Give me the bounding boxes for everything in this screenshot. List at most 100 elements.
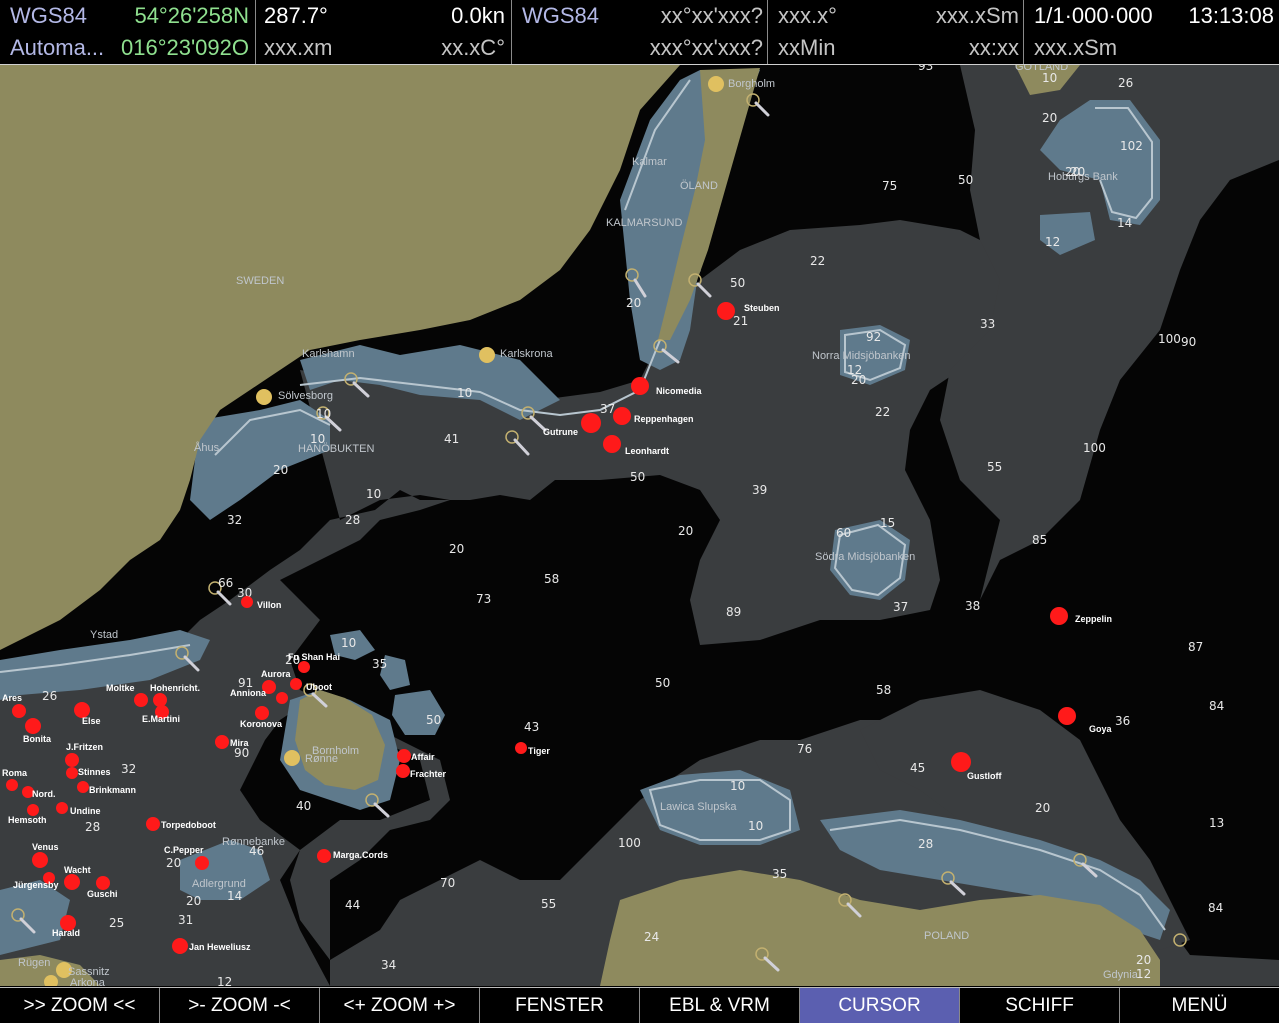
wreck-dot[interactable] — [195, 856, 209, 870]
wreck-label: J.Fritzen — [66, 742, 103, 752]
depth-sounding: 43 — [524, 720, 539, 734]
depth-sounding: 33 — [980, 317, 995, 331]
wreck-dot[interactable] — [951, 752, 971, 772]
wreck-dot[interactable] — [276, 692, 288, 704]
wreck-label: Aurora — [261, 669, 291, 679]
cursor-bearing-panel[interactable]: xxx.x° xxx.xSm xxMin xx:xx — [768, 0, 1024, 64]
depth-sounding: 100 — [618, 836, 641, 850]
position-panel[interactable]: WGS84 54°26'258N Automa... 016°23'092O — [0, 0, 256, 64]
depth-sounding: 28 — [918, 837, 933, 851]
wreck-dot[interactable] — [1050, 607, 1068, 625]
depth-sounding: 44 — [345, 898, 360, 912]
wreck-dot[interactable] — [12, 704, 26, 718]
wreck-dot[interactable] — [25, 718, 41, 734]
course-panel[interactable]: 287.7° 0.0kn xxx.xm xx.xC° — [256, 0, 512, 64]
wreck-marker[interactable]: Mira — [215, 735, 250, 749]
nautical-chart[interactable]: SWEDEN ÖLAND KALMARSUND Kalmar Borgholm Karls… — [0, 65, 1279, 986]
wreck-dot[interactable] — [215, 735, 229, 749]
depth-sounding: 20 — [1136, 953, 1151, 967]
wreck-label: Brinkmann — [89, 785, 136, 795]
wreck-label: Affair — [411, 752, 435, 762]
wreck-dot[interactable] — [290, 678, 302, 690]
window-button[interactable]: FENSTER — [480, 988, 640, 1023]
wreck-dot[interactable] — [134, 693, 148, 707]
wreck-dot[interactable] — [717, 302, 735, 320]
wreck-marker[interactable]: Affair — [397, 749, 435, 763]
depth-sounding: 32 — [121, 762, 136, 776]
menu-button[interactable]: MENÜ — [1120, 988, 1279, 1023]
ebl-vrm-button[interactable]: EBL & VRM — [640, 988, 800, 1023]
depth-sounding: 60 — [836, 526, 851, 540]
depth-sounding: 26 — [42, 689, 57, 703]
wreck-marker[interactable]: Torpedoboot — [146, 817, 216, 831]
depth-sounding: 85 — [1032, 533, 1047, 547]
depth-sounding: 10 — [457, 386, 472, 400]
depth-sounding: 84 — [1209, 699, 1224, 713]
wreck-dot[interactable] — [64, 874, 80, 890]
softkey-menu: >> ZOOM << >- ZOOM -< <+ ZOOM +> FENSTER… — [0, 987, 1279, 1023]
wreck-label: Hohenricht. — [150, 683, 200, 693]
latitude-value: 54°26'258N — [134, 3, 249, 28]
wreck-dot[interactable] — [146, 817, 160, 831]
wreck-label: Else — [82, 716, 101, 726]
wreck-dot[interactable] — [581, 413, 601, 433]
wreck-dot[interactable] — [77, 781, 89, 793]
wreck-dot[interactable] — [241, 596, 253, 608]
wreck-label: Jan Heweliusz — [189, 942, 251, 952]
wreck-dot[interactable] — [153, 693, 167, 707]
depth-sounding: 14 — [227, 889, 242, 903]
wreck-label: Wacht — [64, 865, 91, 875]
depth-sounding: 15 — [880, 516, 895, 530]
place-label: POLAND — [924, 930, 969, 942]
depth-sounding: 92 — [866, 330, 881, 344]
wreck-dot[interactable] — [66, 767, 78, 779]
depth-sounding: 10 — [316, 407, 331, 421]
status-bar: WGS84 54°26'258N Automa... 016°23'092O 2… — [0, 0, 1279, 66]
place-label: Karlskrona — [500, 348, 553, 360]
wreck-dot[interactable] — [317, 849, 331, 863]
wreck-dot[interactable] — [255, 706, 269, 720]
wreck-dot[interactable] — [96, 876, 110, 890]
depth-sounding: 10 — [730, 779, 745, 793]
wreck-label: Harald — [52, 928, 80, 938]
wreck-dot[interactable] — [65, 753, 79, 767]
wreck-dot[interactable] — [515, 742, 527, 754]
wreck-label: Gustloff — [967, 771, 1002, 781]
zoom-reset-button[interactable]: >> ZOOM << — [0, 988, 160, 1023]
wreck-dot[interactable] — [172, 938, 188, 954]
wreck-label: Goya — [1089, 724, 1113, 734]
zoom-out-button[interactable]: >- ZOOM -< — [160, 988, 320, 1023]
depth-sounding: 14 — [1117, 216, 1132, 230]
depth-sounding: 26 — [1118, 76, 1133, 90]
chart-canvas[interactable]: SWEDEN ÖLAND KALMARSUND Kalmar Borgholm Karls… — [0, 65, 1279, 986]
wreck-dot[interactable] — [6, 779, 18, 791]
wreck-dot[interactable] — [56, 802, 68, 814]
wreck-label: Leonhardt — [625, 446, 669, 456]
scale-clock-panel[interactable]: 1/1·000·000 13:13:08 xxx.xSm — [1024, 0, 1279, 64]
wreck-dot[interactable] — [396, 764, 410, 778]
depth-sounding: 28 — [345, 513, 360, 527]
wreck-label: Stinnes — [78, 767, 111, 777]
depth-sounding: 100 — [1083, 441, 1106, 455]
wreck-dot[interactable] — [298, 661, 310, 673]
zoom-in-button[interactable]: <+ ZOOM +> — [320, 988, 480, 1023]
cursor-position-panel[interactable]: WGS84 xx°xx'xxx? xxx°xx'xxx? — [512, 0, 768, 64]
depth-sounding: 50 — [426, 713, 441, 727]
wreck-dot[interactable] — [603, 435, 621, 453]
depth-sounding: 58 — [544, 572, 559, 586]
depth-sounding: 84 — [1208, 901, 1223, 915]
depth-sounding: 13 — [1209, 816, 1224, 830]
cursor-longitude: xxx°xx'xxx? — [649, 35, 763, 60]
wreck-dot[interactable] — [613, 407, 631, 425]
ship-button[interactable]: SCHIFF — [960, 988, 1120, 1023]
wreck-dot[interactable] — [631, 377, 649, 395]
depth-sounding: 36 — [1115, 714, 1130, 728]
wreck-dot[interactable] — [1058, 707, 1076, 725]
depth-sounding: 90 — [234, 746, 249, 760]
cursor-bearing: xxx.x° — [778, 3, 837, 28]
wreck-dot[interactable] — [32, 852, 48, 868]
depth-sounding: 10 — [341, 636, 356, 650]
cursor-button[interactable]: CURSOR — [800, 988, 960, 1023]
wreck-label: Venus — [32, 842, 59, 852]
wreck-dot[interactable] — [397, 749, 411, 763]
